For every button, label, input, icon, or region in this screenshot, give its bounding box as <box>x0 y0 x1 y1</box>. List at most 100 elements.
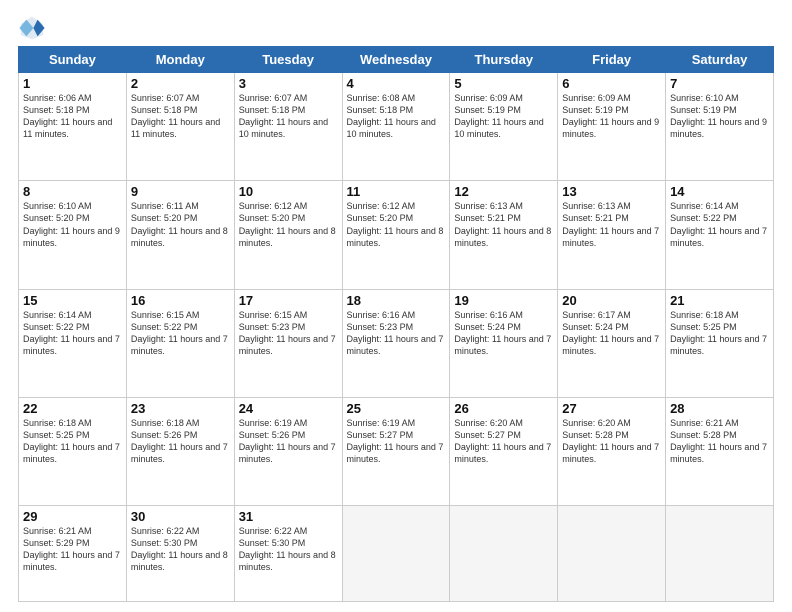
day-cell <box>342 506 450 602</box>
day-info: Sunrise: 6:13 AM Sunset: 5:21 PM Dayligh… <box>562 200 661 249</box>
day-cell: 5 Sunrise: 6:09 AM Sunset: 5:19 PM Dayli… <box>450 73 558 181</box>
day-number: 16 <box>131 293 230 308</box>
day-number: 19 <box>454 293 553 308</box>
calendar-table: SundayMondayTuesdayWednesdayThursdayFrid… <box>18 46 774 602</box>
day-number: 5 <box>454 76 553 91</box>
day-number: 3 <box>239 76 338 91</box>
week-row-1: 1 Sunrise: 6:06 AM Sunset: 5:18 PM Dayli… <box>19 73 774 181</box>
day-info: Sunrise: 6:15 AM Sunset: 5:22 PM Dayligh… <box>131 309 230 358</box>
day-number: 14 <box>670 184 769 199</box>
day-cell: 11 Sunrise: 6:12 AM Sunset: 5:20 PM Dayl… <box>342 181 450 289</box>
day-info: Sunrise: 6:10 AM Sunset: 5:19 PM Dayligh… <box>670 92 769 141</box>
day-cell: 15 Sunrise: 6:14 AM Sunset: 5:22 PM Dayl… <box>19 289 127 397</box>
day-cell: 17 Sunrise: 6:15 AM Sunset: 5:23 PM Dayl… <box>234 289 342 397</box>
day-number: 4 <box>347 76 446 91</box>
day-cell <box>558 506 666 602</box>
day-number: 2 <box>131 76 230 91</box>
header <box>18 10 774 42</box>
day-cell: 13 Sunrise: 6:13 AM Sunset: 5:21 PM Dayl… <box>558 181 666 289</box>
day-info: Sunrise: 6:19 AM Sunset: 5:27 PM Dayligh… <box>347 417 446 466</box>
day-number: 13 <box>562 184 661 199</box>
day-info: Sunrise: 6:20 AM Sunset: 5:27 PM Dayligh… <box>454 417 553 466</box>
day-info: Sunrise: 6:07 AM Sunset: 5:18 PM Dayligh… <box>131 92 230 141</box>
day-cell: 14 Sunrise: 6:14 AM Sunset: 5:22 PM Dayl… <box>666 181 774 289</box>
day-number: 31 <box>239 509 338 524</box>
day-number: 9 <box>131 184 230 199</box>
day-info: Sunrise: 6:09 AM Sunset: 5:19 PM Dayligh… <box>454 92 553 141</box>
day-info: Sunrise: 6:10 AM Sunset: 5:20 PM Dayligh… <box>23 200 122 249</box>
header-cell-sunday: Sunday <box>19 47 127 73</box>
day-cell: 3 Sunrise: 6:07 AM Sunset: 5:18 PM Dayli… <box>234 73 342 181</box>
day-cell <box>450 506 558 602</box>
day-cell: 10 Sunrise: 6:12 AM Sunset: 5:20 PM Dayl… <box>234 181 342 289</box>
day-info: Sunrise: 6:15 AM Sunset: 5:23 PM Dayligh… <box>239 309 338 358</box>
day-number: 7 <box>670 76 769 91</box>
day-number: 8 <box>23 184 122 199</box>
day-cell: 27 Sunrise: 6:20 AM Sunset: 5:28 PM Dayl… <box>558 397 666 505</box>
day-info: Sunrise: 6:11 AM Sunset: 5:20 PM Dayligh… <box>131 200 230 249</box>
day-cell: 26 Sunrise: 6:20 AM Sunset: 5:27 PM Dayl… <box>450 397 558 505</box>
header-cell-saturday: Saturday <box>666 47 774 73</box>
day-info: Sunrise: 6:18 AM Sunset: 5:26 PM Dayligh… <box>131 417 230 466</box>
day-cell: 6 Sunrise: 6:09 AM Sunset: 5:19 PM Dayli… <box>558 73 666 181</box>
week-row-2: 8 Sunrise: 6:10 AM Sunset: 5:20 PM Dayli… <box>19 181 774 289</box>
header-cell-monday: Monday <box>126 47 234 73</box>
day-cell: 24 Sunrise: 6:19 AM Sunset: 5:26 PM Dayl… <box>234 397 342 505</box>
day-number: 10 <box>239 184 338 199</box>
day-info: Sunrise: 6:16 AM Sunset: 5:23 PM Dayligh… <box>347 309 446 358</box>
day-number: 21 <box>670 293 769 308</box>
day-info: Sunrise: 6:07 AM Sunset: 5:18 PM Dayligh… <box>239 92 338 141</box>
day-number: 27 <box>562 401 661 416</box>
day-cell: 16 Sunrise: 6:15 AM Sunset: 5:22 PM Dayl… <box>126 289 234 397</box>
week-row-3: 15 Sunrise: 6:14 AM Sunset: 5:22 PM Dayl… <box>19 289 774 397</box>
day-cell: 20 Sunrise: 6:17 AM Sunset: 5:24 PM Dayl… <box>558 289 666 397</box>
day-info: Sunrise: 6:12 AM Sunset: 5:20 PM Dayligh… <box>239 200 338 249</box>
day-number: 11 <box>347 184 446 199</box>
day-cell: 30 Sunrise: 6:22 AM Sunset: 5:30 PM Dayl… <box>126 506 234 602</box>
header-row: SundayMondayTuesdayWednesdayThursdayFrid… <box>19 47 774 73</box>
day-number: 6 <box>562 76 661 91</box>
day-number: 18 <box>347 293 446 308</box>
day-number: 17 <box>239 293 338 308</box>
day-cell: 25 Sunrise: 6:19 AM Sunset: 5:27 PM Dayl… <box>342 397 450 505</box>
day-number: 12 <box>454 184 553 199</box>
day-cell: 4 Sunrise: 6:08 AM Sunset: 5:18 PM Dayli… <box>342 73 450 181</box>
day-cell: 18 Sunrise: 6:16 AM Sunset: 5:23 PM Dayl… <box>342 289 450 397</box>
day-cell: 8 Sunrise: 6:10 AM Sunset: 5:20 PM Dayli… <box>19 181 127 289</box>
day-cell <box>666 506 774 602</box>
day-info: Sunrise: 6:08 AM Sunset: 5:18 PM Dayligh… <box>347 92 446 141</box>
calendar-body: 1 Sunrise: 6:06 AM Sunset: 5:18 PM Dayli… <box>19 73 774 602</box>
day-info: Sunrise: 6:14 AM Sunset: 5:22 PM Dayligh… <box>23 309 122 358</box>
day-cell: 2 Sunrise: 6:07 AM Sunset: 5:18 PM Dayli… <box>126 73 234 181</box>
day-number: 15 <box>23 293 122 308</box>
day-number: 1 <box>23 76 122 91</box>
day-info: Sunrise: 6:06 AM Sunset: 5:18 PM Dayligh… <box>23 92 122 141</box>
day-cell: 23 Sunrise: 6:18 AM Sunset: 5:26 PM Dayl… <box>126 397 234 505</box>
day-cell: 28 Sunrise: 6:21 AM Sunset: 5:28 PM Dayl… <box>666 397 774 505</box>
day-info: Sunrise: 6:16 AM Sunset: 5:24 PM Dayligh… <box>454 309 553 358</box>
day-info: Sunrise: 6:20 AM Sunset: 5:28 PM Dayligh… <box>562 417 661 466</box>
day-cell: 22 Sunrise: 6:18 AM Sunset: 5:25 PM Dayl… <box>19 397 127 505</box>
week-row-4: 22 Sunrise: 6:18 AM Sunset: 5:25 PM Dayl… <box>19 397 774 505</box>
day-info: Sunrise: 6:17 AM Sunset: 5:24 PM Dayligh… <box>562 309 661 358</box>
day-cell: 9 Sunrise: 6:11 AM Sunset: 5:20 PM Dayli… <box>126 181 234 289</box>
day-number: 20 <box>562 293 661 308</box>
header-cell-wednesday: Wednesday <box>342 47 450 73</box>
day-info: Sunrise: 6:21 AM Sunset: 5:29 PM Dayligh… <box>23 525 122 574</box>
day-number: 23 <box>131 401 230 416</box>
day-cell: 31 Sunrise: 6:22 AM Sunset: 5:30 PM Dayl… <box>234 506 342 602</box>
day-cell: 19 Sunrise: 6:16 AM Sunset: 5:24 PM Dayl… <box>450 289 558 397</box>
day-cell: 21 Sunrise: 6:18 AM Sunset: 5:25 PM Dayl… <box>666 289 774 397</box>
day-info: Sunrise: 6:19 AM Sunset: 5:26 PM Dayligh… <box>239 417 338 466</box>
day-cell: 1 Sunrise: 6:06 AM Sunset: 5:18 PM Dayli… <box>19 73 127 181</box>
day-number: 22 <box>23 401 122 416</box>
logo-icon <box>18 14 46 42</box>
day-info: Sunrise: 6:14 AM Sunset: 5:22 PM Dayligh… <box>670 200 769 249</box>
day-cell: 12 Sunrise: 6:13 AM Sunset: 5:21 PM Dayl… <box>450 181 558 289</box>
day-number: 24 <box>239 401 338 416</box>
day-cell: 7 Sunrise: 6:10 AM Sunset: 5:19 PM Dayli… <box>666 73 774 181</box>
day-info: Sunrise: 6:13 AM Sunset: 5:21 PM Dayligh… <box>454 200 553 249</box>
day-info: Sunrise: 6:12 AM Sunset: 5:20 PM Dayligh… <box>347 200 446 249</box>
day-info: Sunrise: 6:22 AM Sunset: 5:30 PM Dayligh… <box>239 525 338 574</box>
day-info: Sunrise: 6:18 AM Sunset: 5:25 PM Dayligh… <box>670 309 769 358</box>
